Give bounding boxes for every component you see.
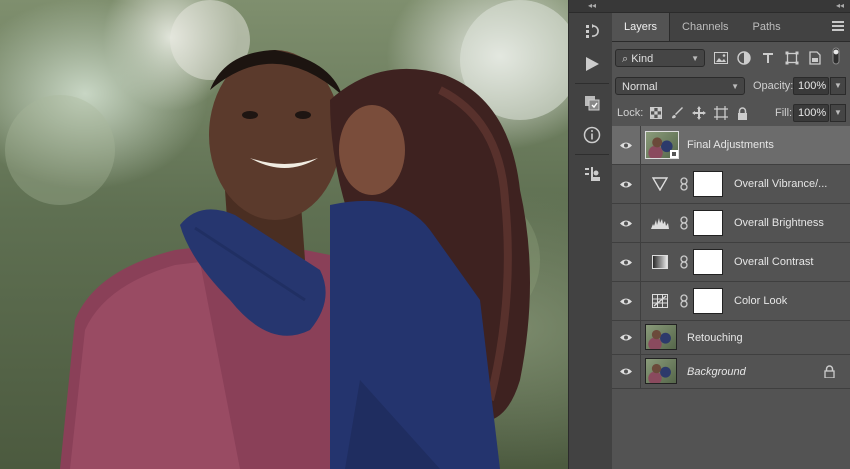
filter-row: ⌕ Kind ▼ <box>612 46 850 70</box>
visibility-eye-icon[interactable] <box>612 243 641 281</box>
layer-mask-thumbnail[interactable] <box>693 171 723 197</box>
tab-layers[interactable]: Layers <box>612 13 671 41</box>
layer-row-color-look[interactable]: Color Look <box>612 282 850 321</box>
visibility-eye-icon[interactable] <box>612 204 641 242</box>
lock-transparent-pixels-icon[interactable] <box>648 105 664 121</box>
layer-name: Overall Vibrance/... <box>734 178 828 190</box>
layer-mask-thumbnail[interactable] <box>693 288 723 314</box>
levels-adjustment-icon <box>651 214 669 232</box>
collapse-icon[interactable]: ◂◂ <box>569 0 615 13</box>
chain-link-icon[interactable] <box>679 294 689 308</box>
tool-separator <box>575 154 609 155</box>
visibility-eye-icon[interactable] <box>612 321 641 354</box>
layer-row-overall-vibrance[interactable]: Overall Vibrance/... <box>612 165 850 204</box>
layer-name: Retouching <box>687 332 743 344</box>
play-icon[interactable] <box>578 51 606 77</box>
chain-link-icon[interactable] <box>679 177 689 191</box>
type-filter-icon[interactable] <box>760 50 776 66</box>
fill-label: Fill: <box>775 107 793 119</box>
opacity-input[interactable]: 100% <box>793 77 829 95</box>
vibrance-adjustment-icon <box>651 175 669 193</box>
tab-paths[interactable]: Paths <box>741 13 793 41</box>
document-canvas[interactable] <box>0 0 568 469</box>
libraries-icon[interactable] <box>578 90 606 116</box>
layer-mask-thumbnail[interactable] <box>693 210 723 236</box>
layer-mask-thumbnail[interactable] <box>693 249 723 275</box>
lock-artboard-icon[interactable] <box>713 105 729 121</box>
filter-kind-dropdown[interactable]: ⌕ Kind ▼ <box>615 49 705 67</box>
layer-row-overall-brightness[interactable]: Overall Brightness <box>612 204 850 243</box>
lock-image-pixels-icon[interactable] <box>669 105 685 121</box>
blend-row: Normal ▼ Opacity: 100% ▼ <box>612 74 850 98</box>
chevron-down-icon: ▼ <box>731 82 739 91</box>
lock-row: Lock: Fill: 100% ▼ <box>612 101 850 125</box>
adjustment-filter-icon[interactable] <box>736 50 752 66</box>
properties-icon[interactable] <box>578 161 606 187</box>
smart-object-filter-icon[interactable] <box>807 50 823 66</box>
fill-input[interactable]: 100% <box>793 104 829 122</box>
opacity-dropdown-button[interactable]: ▼ <box>830 77 846 95</box>
layer-thumbnail <box>645 358 677 384</box>
layer-row-final-adjustments[interactable]: Final Adjustments <box>612 126 850 165</box>
chain-link-icon[interactable] <box>679 255 689 269</box>
layers-list: Final Adjustments Overall Vibrance/... O… <box>612 126 850 389</box>
layer-thumbnail <box>645 131 679 159</box>
panel-tabs: Layers Channels Paths <box>612 13 850 42</box>
filter-kind-label: Kind <box>631 53 654 65</box>
blend-mode-dropdown[interactable]: Normal ▼ <box>615 77 745 95</box>
filter-toggle-icon[interactable] <box>830 47 842 65</box>
visibility-eye-icon[interactable] <box>612 165 641 203</box>
shape-filter-icon[interactable] <box>784 50 800 66</box>
layer-name: Overall Contrast <box>734 256 814 268</box>
layer-row-overall-contrast[interactable]: Overall Contrast <box>612 243 850 282</box>
tab-channels[interactable]: Channels <box>670 13 740 41</box>
lock-all-icon[interactable] <box>734 105 750 121</box>
layer-name: Final Adjustments <box>687 139 774 151</box>
fill-dropdown-button[interactable]: ▼ <box>830 104 846 122</box>
layer-name: Color Look <box>734 295 788 307</box>
opacity-label: Opacity: <box>753 80 794 92</box>
visibility-eye-icon[interactable] <box>612 355 641 388</box>
info-icon[interactable] <box>578 122 606 148</box>
gradient-map-adjustment-icon <box>651 253 669 271</box>
search-icon: ⌕ <box>622 53 632 65</box>
blend-mode-label: Normal <box>622 81 658 93</box>
layers-panel: ◂◂ Layers Channels Paths ⌕ Kind ▼ Normal… <box>612 0 850 469</box>
photo-image <box>5 0 568 469</box>
lock-label: Lock: <box>617 107 644 119</box>
layer-row-background[interactable]: Background <box>612 355 850 389</box>
smart-object-badge-icon <box>670 150 678 158</box>
history-icon[interactable] <box>578 19 606 45</box>
layer-lock-icon[interactable] <box>824 365 836 379</box>
layer-name: Background <box>687 366 746 378</box>
color-lookup-adjustment-icon <box>651 292 669 310</box>
visibility-eye-icon[interactable] <box>612 282 641 320</box>
visibility-eye-icon[interactable] <box>612 126 641 164</box>
expand-icon[interactable]: ◂◂ <box>612 0 850 13</box>
chain-link-icon[interactable] <box>679 216 689 230</box>
layer-thumbnail <box>645 324 677 350</box>
layer-name: Overall Brightness <box>734 217 824 229</box>
tool-separator <box>575 83 609 84</box>
image-filter-icon[interactable] <box>713 50 729 66</box>
lock-position-icon[interactable] <box>691 105 707 121</box>
panel-menu-icon[interactable] <box>832 21 844 33</box>
panel-tool-strip: ◂◂ <box>568 0 616 469</box>
layer-row-retouching[interactable]: Retouching <box>612 321 850 355</box>
chevron-down-icon: ▼ <box>691 54 699 63</box>
